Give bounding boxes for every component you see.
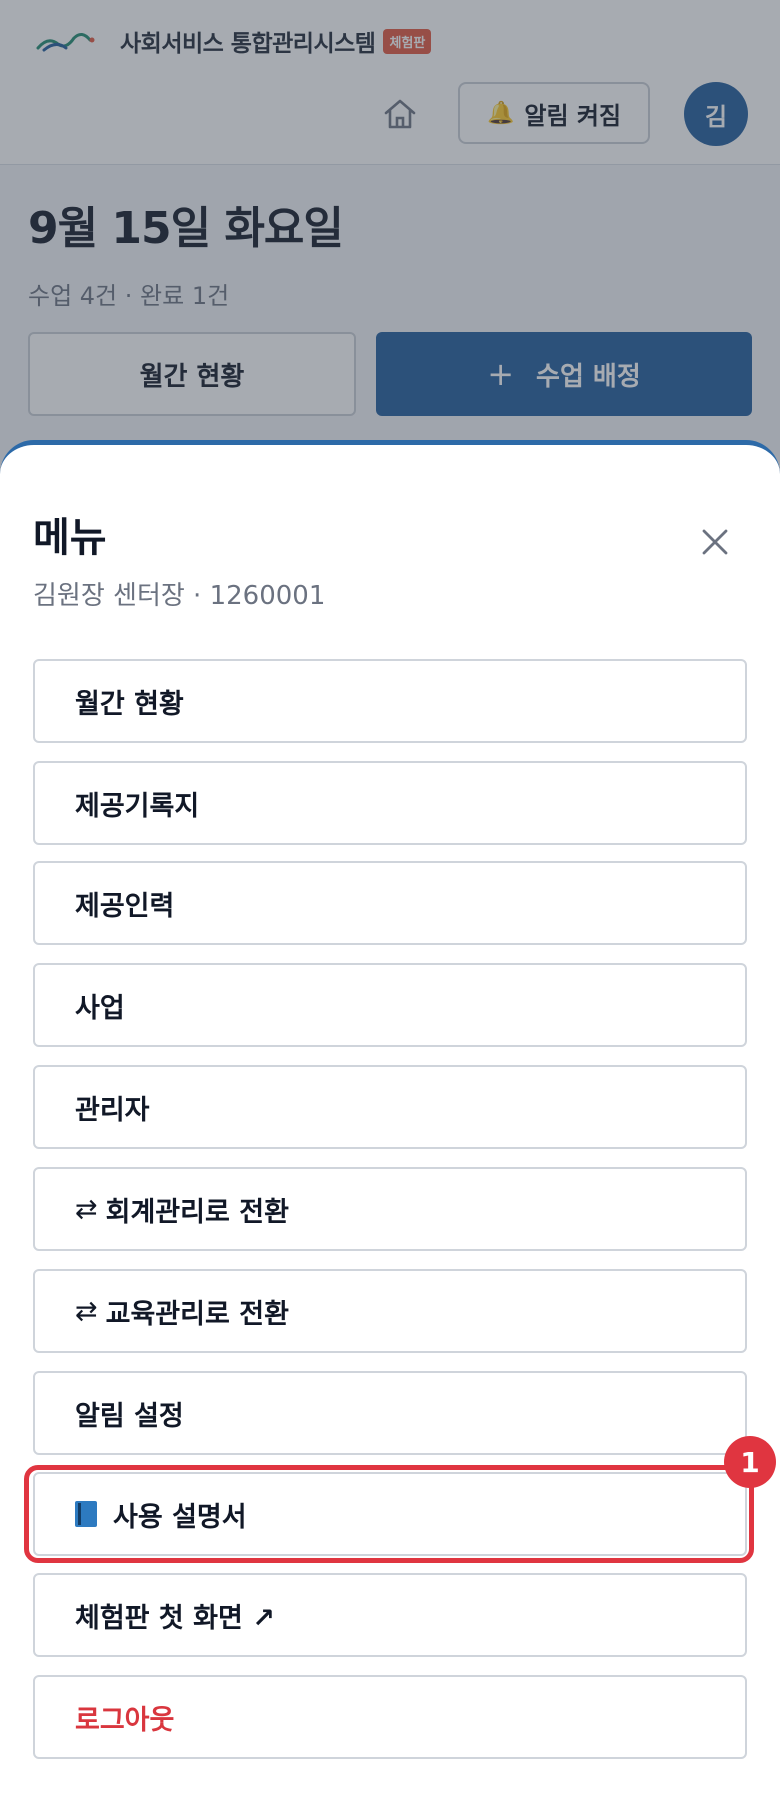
menu-item-business[interactable]: 사업: [33, 963, 747, 1047]
menu-item-service-records[interactable]: 제공기록지: [33, 761, 747, 845]
switch-icon: ⇄: [75, 1193, 98, 1225]
menu-item-trial-home[interactable]: 체험판 첫 화면 ↗: [33, 1573, 747, 1657]
menu-item-label: 관리자: [75, 1094, 150, 1126]
menu-item-label: 월간 현황: [75, 688, 184, 720]
step-marker: 1: [724, 1436, 776, 1488]
menu-item-label: 사업: [75, 992, 125, 1024]
menu-item-service-staff[interactable]: 제공인력: [33, 861, 747, 945]
menu-item-label: 제공기록지: [75, 790, 200, 822]
menu-item-label: 회계관리로 전환: [105, 1196, 289, 1228]
menu-item-label: 제공인력: [75, 890, 175, 922]
menu-user-info: 김원장 센터장 · 1260001: [33, 581, 326, 611]
menu-item-notification-settings[interactable]: 알림 설정: [33, 1371, 747, 1455]
menu-item-label: 알림 설정: [75, 1400, 184, 1432]
highlight-box: [24, 1465, 754, 1563]
menu-item-admin[interactable]: 관리자: [33, 1065, 747, 1149]
switch-icon: ⇄: [75, 1295, 98, 1327]
close-button[interactable]: [690, 517, 740, 567]
menu-item-monthly-status[interactable]: 월간 현황: [33, 659, 747, 743]
menu-item-label: 로그아웃: [75, 1704, 175, 1736]
menu-item-switch-accounting[interactable]: ⇄ 회계관리로 전환: [33, 1167, 747, 1251]
menu-item-switch-education[interactable]: ⇄ 교육관리로 전환: [33, 1269, 747, 1353]
menu-item-logout[interactable]: 로그아웃: [33, 1675, 747, 1759]
menu-item-label: 교육관리로 전환: [105, 1298, 289, 1330]
close-icon: [702, 529, 728, 555]
menu-title: 메뉴: [33, 515, 107, 561]
menu-item-label: 체험판 첫 화면 ↗: [75, 1602, 275, 1634]
